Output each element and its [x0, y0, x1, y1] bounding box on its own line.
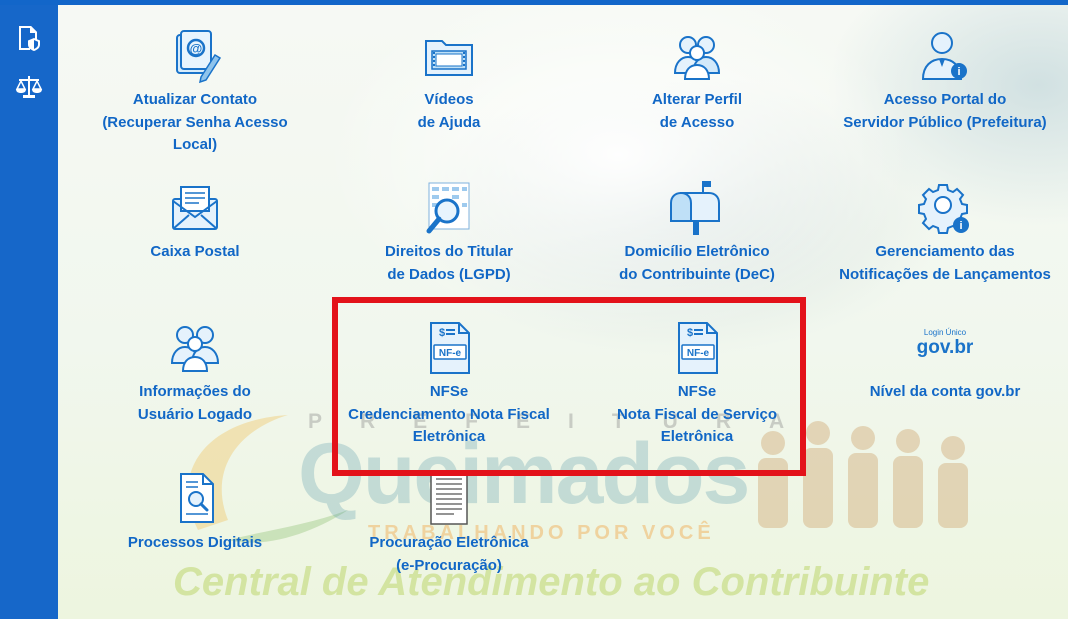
tile-label-line3: Local) — [172, 136, 218, 153]
tile-label-line3: Eletrônica — [412, 428, 486, 445]
tile-caixa-postal[interactable]: Caixa Postal — [75, 179, 315, 264]
svg-text:@: @ — [190, 41, 203, 56]
tile-label-line1: Processos Digitais — [127, 534, 263, 551]
tile-label-line2: de Dados (LGPD) — [387, 265, 511, 283]
tile-nivel-conta-govbr[interactable]: Login Único gov.br Nível da conta gov.br — [825, 319, 1065, 404]
tile-label-line1: Caixa Postal — [150, 243, 240, 260]
nfe-document-icon: $ NF-e — [430, 322, 470, 374]
mailbox-icon — [670, 181, 720, 235]
tile-alterar-perfil[interactable]: Alterar Perfil de Acesso — [577, 27, 817, 134]
svg-text:$: $ — [687, 327, 693, 339]
tile-label-line1: Atualizar Contato — [132, 91, 258, 108]
nfe-document-icon: $ NF-e — [678, 322, 718, 374]
tile-label-line1: Gerenciamento das — [875, 243, 1015, 260]
tile-label-line2: Notificações de Lançamentos — [839, 265, 1051, 283]
svg-text:Login Único: Login Único — [924, 328, 967, 337]
tile-label-line1: NFSe — [429, 383, 469, 400]
tile-label-line2: do Contribuinte (DeC) — [619, 265, 775, 283]
tile-nfse-credenciamento[interactable]: $ NF-e NFSe Credenciamento Nota Fiscal E… — [329, 319, 569, 449]
tile-direitos-lgpd[interactable]: Direitos do Titular de Dados (LGPD) — [329, 179, 569, 286]
main-content: PREFEITURA Queimados TRABALHANDO POR VOC… — [58, 5, 1068, 619]
tile-label-line2: (e-Procuração) — [396, 556, 502, 574]
tile-label-line3: Eletrônica — [660, 428, 734, 445]
tile-label-line1: Alterar Perfil — [651, 91, 743, 108]
tile-label-line1: Nível da conta gov.br — [869, 383, 1021, 400]
data-magnifier-icon — [426, 182, 470, 234]
tile-procuracao-eletronica[interactable]: Procuração Eletrônica (e-Procuração) — [329, 470, 569, 577]
document-shield-icon[interactable] — [0, 13, 58, 63]
govbr-logo-icon: Login Único gov.br — [917, 328, 974, 358]
svg-text:i: i — [959, 220, 962, 232]
scales-icon[interactable] — [0, 62, 58, 112]
gear-info-icon: i — [918, 184, 969, 234]
tile-informacoes-usuario[interactable]: Informações do Usuário Logado — [75, 319, 315, 426]
tile-label-line2: Credenciamento Nota Fiscal — [348, 405, 550, 423]
tile-label-line1: Domicílio Eletrônico — [624, 243, 770, 260]
svg-text:gov.br: gov.br — [917, 337, 974, 358]
tile-label-line2: (Recuperar Senha Acesso — [102, 113, 288, 131]
tile-nfse-nota-fiscal[interactable]: $ NF-e NFSe Nota Fiscal de Serviço Eletr… — [577, 319, 817, 449]
svg-text:NF-e: NF-e — [439, 348, 462, 359]
svg-text:NF-e: NF-e — [687, 348, 710, 359]
tile-label-line2: Nota Fiscal de Serviço — [616, 405, 778, 423]
contact-email-icon: @ — [176, 30, 222, 84]
document-lines-icon — [430, 471, 468, 525]
sidebar — [0, 5, 58, 619]
video-folder-icon — [425, 40, 473, 76]
tile-atualizar-contato[interactable]: @ Atualizar Contato (Recuperar Senha Ace… — [75, 27, 315, 157]
tile-label-line1: Vídeos — [424, 91, 474, 108]
tile-label-line1: Informações do — [139, 383, 251, 400]
tile-videos-ajuda[interactable]: Vídeos de Ajuda — [329, 27, 569, 134]
users-group-icon — [170, 326, 220, 372]
mail-envelope-icon — [172, 186, 218, 230]
svg-text:$: $ — [439, 327, 445, 339]
tile-label-line1: Procuração Eletrônica — [369, 534, 529, 551]
tile-label-line2: de Ajuda — [417, 113, 481, 131]
tile-label-line1: Acesso Portal do — [883, 91, 1007, 108]
tile-label-line1: Direitos do Titular — [384, 243, 514, 260]
tile-domicilio-eletronico[interactable]: Domicílio Eletrônico do Contribuinte (De… — [577, 179, 817, 286]
users-profile-icon — [673, 36, 721, 80]
tile-processos-digitais[interactable]: Processos Digitais — [75, 470, 315, 555]
tile-label-line2: de Acesso — [659, 113, 735, 131]
svg-text:i: i — [957, 66, 960, 78]
document-search-icon — [180, 473, 214, 523]
tile-label-line2: Servidor Público (Prefeitura) — [843, 113, 1047, 131]
tile-label-line1: NFSe — [677, 383, 717, 400]
tile-portal-servidor[interactable]: i Acesso Portal do Servidor Público (Pre… — [825, 27, 1065, 134]
tile-label-line2: Usuário Logado — [137, 405, 253, 423]
tile-gerenciamento-notificacoes[interactable]: i Gerenciamento das Notificações de Lanç… — [825, 179, 1065, 286]
public-servant-icon: i — [921, 32, 967, 80]
